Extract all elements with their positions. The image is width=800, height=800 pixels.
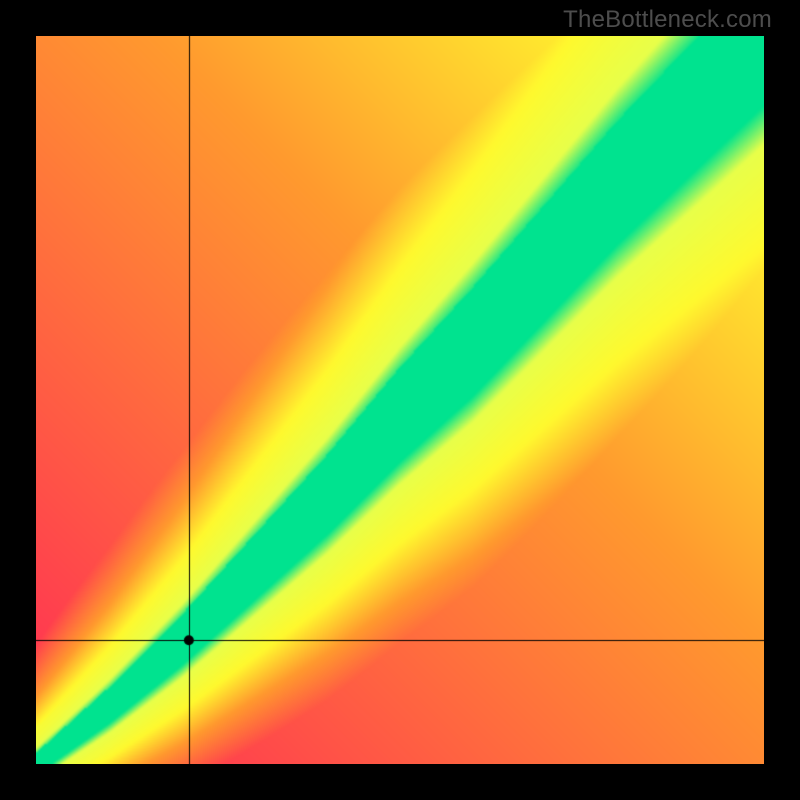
crosshair-overlay [36, 36, 764, 764]
chart-frame: TheBottleneck.com [0, 0, 800, 800]
watermark-text: TheBottleneck.com [563, 6, 772, 34]
